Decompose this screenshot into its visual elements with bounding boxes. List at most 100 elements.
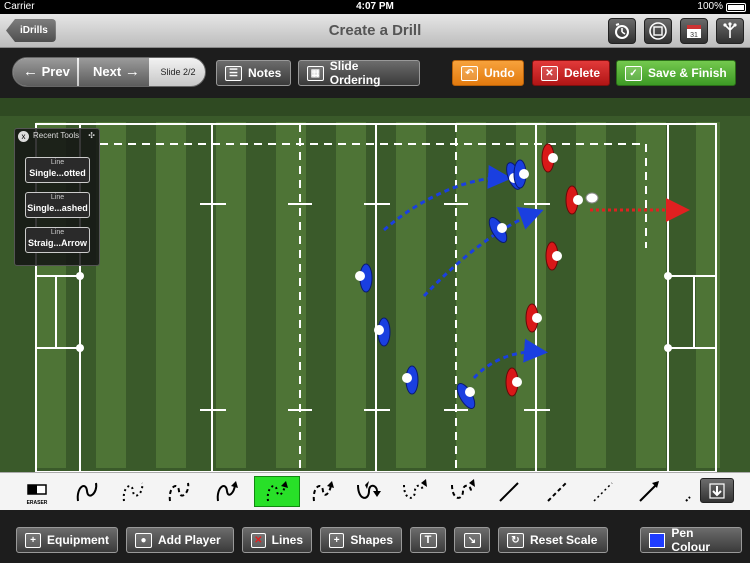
line-tool-curly-dashed[interactable] — [162, 476, 196, 507]
calendar-icon[interactable]: 31 — [680, 18, 708, 44]
pointer-icon: ↘ — [463, 532, 481, 548]
eraser-label: ERASER — [26, 500, 48, 506]
more-tools-button[interactable] — [700, 478, 734, 503]
text-tool-button[interactable]: T — [410, 527, 446, 553]
eraser-icon — [27, 483, 47, 495]
line-tool-curly-arrow[interactable] — [210, 476, 244, 507]
equipment-button[interactable]: + Equipment — [16, 527, 118, 553]
recent-tools-panel: x Recent Tools ✣ Line Single...otted Lin… — [14, 128, 100, 266]
battery-percent: 100% — [697, 1, 723, 12]
curly-dashed-arrow-icon — [312, 480, 334, 501]
drill-field-canvas[interactable] — [0, 98, 750, 472]
bottom-toolbar: + Equipment ● Add Player ✕ Lines + Shape… — [0, 510, 750, 563]
page-title: Create a Drill — [328, 22, 422, 39]
straight-arrow-icon — [639, 480, 659, 502]
notes-icon: ☰ — [225, 65, 242, 81]
pen-colour-swatch — [649, 532, 666, 548]
delete-icon: ✕ — [541, 65, 558, 81]
line-tool-straight-dotted-arrow[interactable] — [672, 476, 696, 507]
close-icon[interactable]: x — [18, 131, 29, 142]
shapes-button[interactable]: + Shapes — [320, 527, 402, 553]
lines-icon: ✕ — [251, 532, 266, 548]
line-tool-loop-arrow[interactable] — [352, 476, 386, 507]
timer-icon[interactable] — [608, 18, 636, 44]
player-icon: ● — [135, 532, 152, 548]
plus-icon: + — [25, 532, 41, 548]
loop-arrow-icon — [357, 480, 381, 499]
recent-tool-name: Straig...Arrow — [27, 238, 87, 248]
line-tool-straight-solid[interactable] — [492, 476, 526, 507]
status-time: 4:07 PM — [356, 1, 394, 12]
slide-pager: ← Prev Next → Slide 2/2 — [12, 57, 206, 87]
battery-icon — [726, 2, 746, 12]
recent-tool-name: Single...otted — [29, 168, 86, 178]
pitch-drawing — [0, 98, 750, 472]
text-icon: T — [419, 532, 437, 548]
slide-indicator: Slide 2/2 — [160, 67, 196, 77]
arrow-down-icon — [709, 482, 725, 499]
add-player-button[interactable]: ● Add Player — [126, 527, 234, 553]
check-icon: ✓ — [625, 65, 642, 81]
playbook-icon[interactable] — [644, 18, 672, 44]
straight-line-icon — [499, 481, 519, 502]
pen-colour-button[interactable]: Pen Colour — [640, 526, 742, 554]
straight-dotted-arrow-icon — [685, 495, 691, 502]
arrow-right-icon: → — [124, 63, 140, 80]
line-tool-straight-arrow[interactable] — [632, 476, 666, 507]
equipment-label: Equipment — [47, 533, 109, 547]
slide-ordering-button[interactable]: ▦ Slide Ordering — [298, 59, 420, 87]
save-finish-button[interactable]: ✓ Save & Finish — [616, 60, 736, 86]
line-tool-curly-dashed-arrow[interactable] — [306, 476, 340, 507]
refresh-icon: ↻ — [507, 532, 524, 548]
recent-tool-name: Single...ashed — [27, 203, 88, 213]
move-icon[interactable]: ✣ — [88, 129, 95, 143]
recent-tool-item[interactable]: Line Single...otted — [25, 157, 90, 183]
recent-tool-type: Line — [50, 229, 65, 236]
top-toolbar: ← Prev Next → Slide 2/2 ☰ Notes ▦ Slide … — [0, 48, 750, 98]
title-bar: iDrills Create a Drill 31 — [0, 14, 750, 48]
reset-scale-label: Reset Scale — [530, 533, 598, 547]
delete-button[interactable]: ✕ Delete — [532, 60, 610, 86]
delete-label: Delete — [564, 66, 601, 80]
lines-button[interactable]: ✕ Lines — [242, 527, 312, 553]
curly-line-icon — [76, 482, 98, 501]
straight-dashed-line-icon — [547, 481, 567, 502]
slide-ordering-label: Slide Ordering — [329, 59, 381, 87]
select-tool-button[interactable]: ↘ — [454, 527, 490, 553]
loop-dotted-arrow-icon — [403, 478, 427, 499]
reset-scale-button[interactable]: ↻ Reset Scale — [498, 527, 608, 553]
line-type-picker: ERASER — [0, 472, 750, 510]
line-tool-loop-dotted-arrow[interactable] — [398, 476, 432, 507]
recent-tool-item[interactable]: Line Single...ashed — [25, 192, 90, 218]
prev-button[interactable]: ← Prev — [13, 58, 77, 86]
line-tool-curly-solid[interactable] — [70, 476, 104, 507]
recent-tool-type: Line — [50, 159, 65, 166]
svg-text:31: 31 — [690, 32, 698, 39]
next-button[interactable]: Next → — [79, 58, 149, 86]
undo-icon: ↶ — [461, 65, 478, 81]
curly-dashed-line-icon — [168, 482, 190, 501]
notes-button[interactable]: ☰ Notes — [216, 60, 291, 86]
undo-button[interactable]: ↶ Undo — [452, 60, 524, 86]
line-tool-straight-dashed[interactable] — [540, 476, 574, 507]
rugby-ball-icon[interactable] — [585, 192, 599, 204]
line-tool-straight-dotted[interactable] — [586, 476, 620, 507]
recent-tools-title: Recent Tools — [33, 131, 80, 140]
eraser-tool[interactable]: ERASER — [20, 476, 54, 507]
slide-ordering-icon: ▦ — [307, 65, 324, 81]
save-finish-label: Save & Finish — [648, 66, 727, 80]
plus-icon: + — [329, 532, 345, 548]
share-icon[interactable] — [716, 18, 744, 44]
pen-colour-label: Pen Colour — [671, 526, 711, 554]
recent-tool-item[interactable]: Line Straig...Arrow — [25, 227, 90, 253]
straight-dotted-line-icon — [593, 481, 613, 502]
arrow-left-icon: ← — [23, 63, 38, 80]
line-tool-curly-dotted-arrow[interactable] — [254, 476, 300, 507]
curly-dotted-arrow-icon — [266, 480, 288, 501]
line-tool-curly-dotted[interactable] — [116, 476, 150, 507]
curly-arrow-icon — [216, 480, 238, 501]
lines-label: Lines — [271, 533, 303, 547]
next-label: Next — [93, 64, 122, 79]
loop-dashed-arrow-icon — [451, 478, 475, 499]
line-tool-loop-dashed-arrow[interactable] — [446, 476, 480, 507]
